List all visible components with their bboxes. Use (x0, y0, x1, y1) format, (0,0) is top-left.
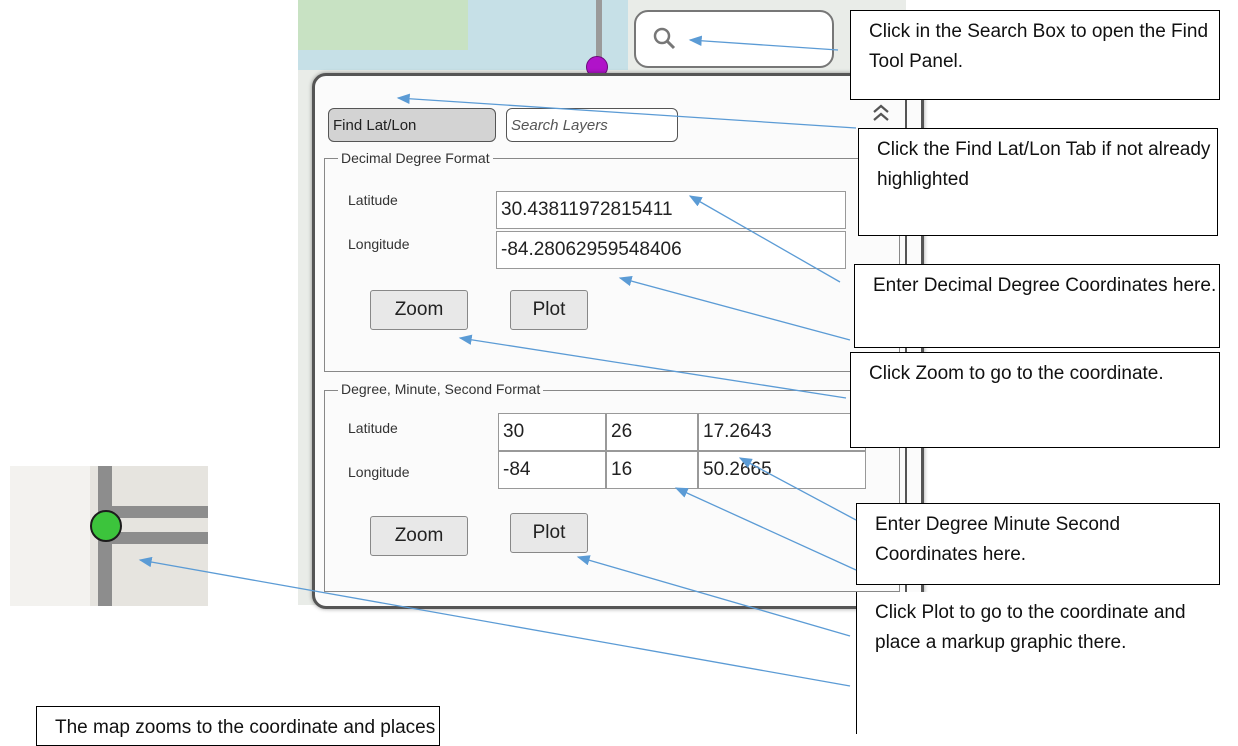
arrow-map (138, 556, 851, 687)
annotation-arrows (138, 35, 857, 687)
arrow-plot (576, 555, 851, 637)
arrow-zoom (458, 334, 847, 399)
arrow-search (688, 35, 839, 51)
arrow-decimal-lat (688, 195, 841, 283)
arrow-dms-lon (674, 487, 857, 571)
arrow-tab (396, 93, 857, 129)
arrow-dms-lat (738, 457, 857, 521)
arrow-decimal-lon (618, 276, 851, 341)
